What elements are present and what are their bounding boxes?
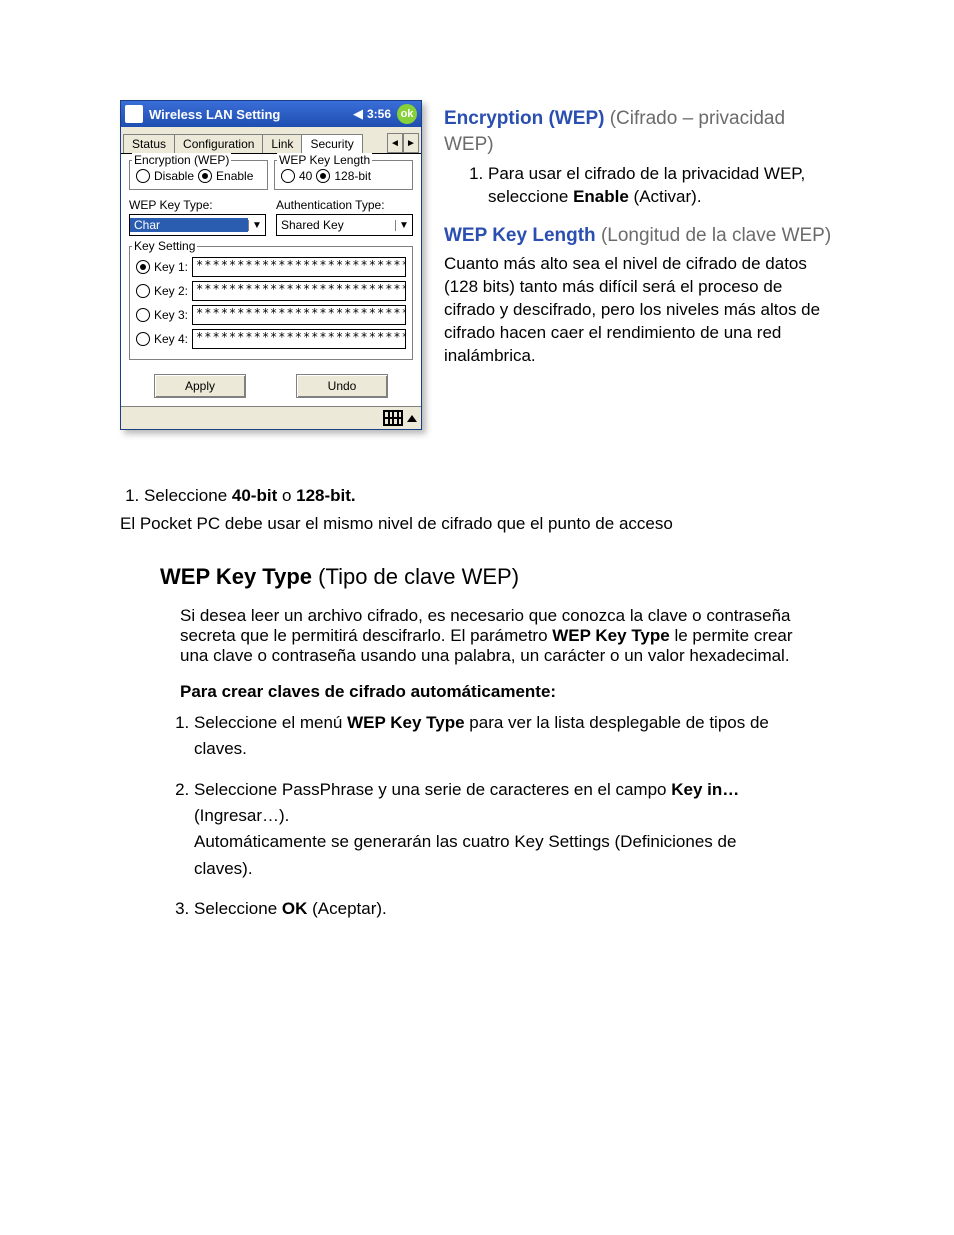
tab-bar: Status Configuration Link Security ◄ ► — [121, 127, 421, 154]
auto-keys-heading: Para crear claves de cifrado automáticam… — [180, 682, 834, 702]
chevron-down-icon: ▼ — [248, 220, 265, 231]
tab-security[interactable]: Security — [301, 134, 362, 154]
same-level-note: El Pocket PC debe usar el mismo nivel de… — [120, 514, 834, 534]
keylength-fieldset: WEP Key Length 40 128-bit — [274, 160, 413, 190]
keylength-para: Cuanto más alto sea el nivel de cifrado … — [444, 253, 834, 368]
key3-input[interactable]: ************************** — [192, 305, 406, 325]
radio-key2[interactable] — [136, 284, 150, 298]
keysetting-legend: Key Setting — [132, 239, 197, 253]
label-enable: Enable — [216, 169, 253, 183]
keytype-value: Char — [130, 218, 248, 232]
authtype-value: Shared Key — [277, 218, 395, 232]
label-key1: Key 1: — [154, 260, 188, 274]
label-key3: Key 3: — [154, 308, 188, 322]
keytype-combo[interactable]: Char ▼ — [129, 214, 266, 236]
label-128: 128-bit — [334, 169, 371, 183]
key2-input[interactable]: ************************** — [192, 281, 406, 301]
radio-40[interactable] — [281, 169, 295, 183]
tab-scroll-left[interactable]: ◄ — [387, 133, 403, 153]
auto-step-2: Seleccione PassPhrase y una serie de car… — [194, 777, 794, 882]
heading-keylength: WEP Key Length (Longitud de la clave WEP… — [444, 223, 834, 249]
auto-step-1: Seleccione el menú WEP Key Type para ver… — [194, 710, 794, 763]
authtype-label: Authentication Type: — [276, 198, 413, 212]
label-key4: Key 4: — [154, 332, 188, 346]
tab-link[interactable]: Link — [262, 134, 302, 153]
clock: 3:56 — [367, 107, 391, 121]
keyboard-icon[interactable] — [383, 410, 403, 426]
keytype-desc: Si desea leer un archivo cifrado, es nec… — [180, 606, 794, 666]
enc-step-1: Para usar el cifrado de la privacidad WE… — [488, 163, 834, 209]
undo-button[interactable]: Undo — [296, 374, 388, 398]
key4-input[interactable]: ************************** — [192, 329, 406, 349]
radio-key4[interactable] — [136, 332, 150, 346]
window-title: Wireless LAN Setting — [149, 107, 280, 122]
encryption-fieldset: Encryption (WEP) Disable Enable — [129, 160, 268, 190]
key1-input[interactable]: ************************** — [192, 257, 406, 277]
chevron-down-icon: ▼ — [395, 220, 412, 231]
heading-encryption: Encryption (WEP) (Cifrado – privacidad W… — [444, 106, 834, 157]
encryption-legend: Encryption (WEP) — [132, 153, 231, 167]
sound-icon[interactable]: ◀ — [353, 106, 363, 122]
ok-button[interactable]: ok — [397, 104, 417, 124]
keytype-label: WEP Key Type: — [129, 198, 266, 212]
label-40: 40 — [299, 169, 312, 183]
auto-step-3: Seleccione OK (Aceptar). — [194, 896, 794, 922]
radio-enable[interactable] — [198, 169, 212, 183]
radio-key3[interactable] — [136, 308, 150, 322]
apply-button[interactable]: Apply — [154, 374, 246, 398]
label-key2: Key 2: — [154, 284, 188, 298]
label-disable: Disable — [154, 169, 194, 183]
start-flag-icon[interactable]: ⊞ — [125, 105, 143, 123]
keylength-legend: WEP Key Length — [277, 153, 372, 167]
tab-scroll-right[interactable]: ► — [403, 133, 419, 153]
authtype-combo[interactable]: Shared Key ▼ — [276, 214, 413, 236]
tab-configuration[interactable]: Configuration — [174, 134, 263, 153]
select-bits-step: Seleccione 40-bit o 128-bit. — [144, 486, 834, 506]
heading-keytype: WEP Key Type (Tipo de clave WEP) — [160, 564, 834, 590]
pocketpc-window: ⊞ Wireless LAN Setting ◀ 3:56 ok Status … — [120, 100, 422, 430]
radio-disable[interactable] — [136, 169, 150, 183]
bottom-bar — [121, 406, 421, 429]
keysetting-fieldset: Key Setting Key 1: *********************… — [129, 246, 413, 360]
tab-status[interactable]: Status — [123, 134, 175, 153]
up-arrow-icon[interactable] — [407, 415, 417, 422]
radio-128[interactable] — [316, 169, 330, 183]
radio-key1[interactable] — [136, 260, 150, 274]
titlebar: ⊞ Wireless LAN Setting ◀ 3:56 ok — [121, 101, 421, 127]
